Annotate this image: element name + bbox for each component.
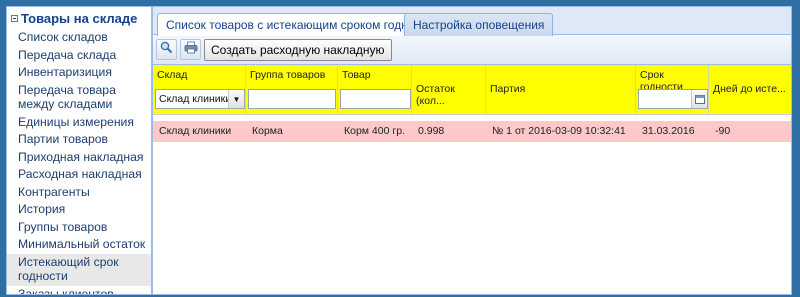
column-balance[interactable]: Остаток (кол... (412, 65, 486, 114)
column-warehouse[interactable]: Склад Склад клиники ▼ (153, 65, 246, 114)
cell-balance: 0.998 (418, 125, 445, 137)
column-batch-label: Партия (490, 83, 526, 95)
warehouse-filter-value: Склад клиники (159, 93, 232, 105)
sidebar-item-inventory[interactable]: Инвентаризиция (7, 64, 151, 82)
grid-header: Склад Склад клиники ▼ Группа товаров Тов… (153, 65, 791, 115)
column-expiry[interactable]: Срок годности (636, 65, 709, 114)
sidebar-item-client-orders[interactable]: Заказы клиентов (7, 286, 151, 295)
sidebar-item-goods-transfer[interactable]: Передача товара между складами (7, 82, 151, 114)
column-days-left[interactable]: Дней до исте... (709, 65, 791, 114)
tab-expiring-list[interactable]: Список товаров с истекающим сроком годно… (157, 13, 442, 36)
cell-group: Корма (252, 125, 283, 137)
calendar-icon[interactable] (691, 90, 707, 108)
sidebar-item-expense-invoice[interactable]: Расходная накладная (7, 166, 151, 184)
column-product-group-label: Группа товаров (250, 69, 326, 81)
sidebar-panel: Товары на складе Список складов Передача… (6, 6, 152, 295)
chevron-down-icon[interactable]: ▼ (228, 90, 244, 108)
cell-product: Корм 400 гр. (344, 125, 405, 137)
sidebar-item-counterparties[interactable]: Контрагенты (7, 184, 151, 202)
sidebar-item-receipt-invoice[interactable]: Приходная накладная (7, 149, 151, 167)
print-button[interactable] (180, 39, 201, 60)
cell-days-left: -90 (715, 125, 731, 137)
product-group-filter-input[interactable] (248, 89, 336, 109)
warehouse-filter-select[interactable]: Склад клиники ▼ (155, 89, 245, 109)
column-product-label: Товар (342, 69, 371, 81)
tab-bar: Список товаров с истекающим сроком годно… (153, 7, 791, 36)
sidebar-item-batches[interactable]: Партии товаров (7, 131, 151, 149)
column-balance-label: Остаток (кол... (416, 83, 455, 107)
column-warehouse-label: Склад (157, 69, 188, 81)
sidebar-item-product-groups[interactable]: Группы товаров (7, 219, 151, 237)
sidebar-item-units[interactable]: Единицы измерения (7, 114, 151, 132)
column-days-left-label: Дней до исте... (713, 83, 786, 95)
sidebar-list: Список складов Передача склада Инвентари… (7, 29, 151, 295)
cell-expiry: 31.03.2016 (642, 125, 695, 137)
search-icon (160, 41, 173, 59)
main-panel: Список товаров с истекающим сроком годно… (152, 6, 792, 295)
cell-batch: № 1 от 2016-03-09 10:32:41 (492, 125, 626, 137)
sidebar-item-warehouses[interactable]: Список складов (7, 29, 151, 47)
sidebar-title: Товары на складе (21, 10, 138, 26)
printer-icon (184, 41, 198, 59)
sidebar-item-min-balance[interactable]: Минимальный остаток (7, 236, 151, 254)
expiry-filter-date[interactable] (638, 89, 708, 109)
column-product[interactable]: Товар (338, 65, 412, 114)
tab-notification-settings[interactable]: Настройка оповещения (404, 13, 554, 36)
table-row[interactable]: Склад клиники Корма Корм 400 гр. 0.998 №… (153, 121, 791, 142)
create-expense-invoice-button[interactable]: Создать расходную накладную (204, 38, 392, 61)
collapse-icon[interactable] (11, 14, 18, 22)
toolbar: Создать расходную накладную (153, 35, 791, 65)
search-button[interactable] (156, 39, 177, 60)
sidebar-header[interactable]: Товары на складе (7, 7, 151, 29)
sidebar-item-expiring[interactable]: Истекающий срок годности (7, 253, 151, 286)
column-batch[interactable]: Партия (486, 65, 636, 114)
column-product-group[interactable]: Группа товаров (246, 65, 338, 114)
cell-warehouse: Склад клиники (159, 125, 232, 137)
sidebar-item-warehouse-transfer[interactable]: Передача склада (7, 47, 151, 65)
sidebar-item-history[interactable]: История (7, 201, 151, 219)
product-filter-input[interactable] (340, 89, 411, 109)
